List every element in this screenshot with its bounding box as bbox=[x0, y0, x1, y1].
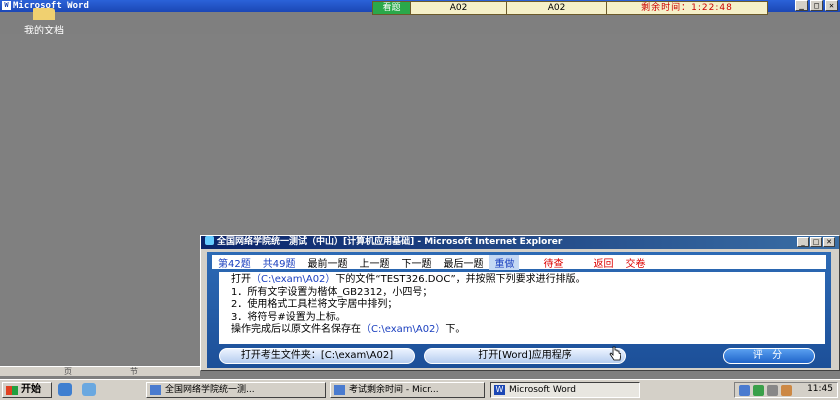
my-documents-desktop-icon[interactable]: 我的文档 bbox=[14, 8, 74, 37]
question-number: 第42题 bbox=[218, 258, 251, 270]
tray-ime-icon[interactable] bbox=[781, 385, 792, 396]
status-section-label: 节 bbox=[130, 367, 138, 376]
clock: 11:45 bbox=[807, 384, 833, 394]
exam-field-1: A02 bbox=[411, 2, 507, 14]
question-text: 打开（C:\exam\A02）下的文件“TEST326.DOC”，并按照下列要求… bbox=[219, 272, 825, 344]
ie-minimize-button[interactable]: _ bbox=[797, 237, 809, 247]
hand-cursor-icon bbox=[609, 346, 621, 361]
word-status-bar: 页 节 bbox=[0, 366, 200, 376]
question-line-4: 3．将符号#设置为上标。 bbox=[231, 311, 346, 323]
ie-task-icon bbox=[334, 385, 345, 395]
exam-info-bar: 看题 A02 A02 剩余时间：1:22:48 bbox=[372, 1, 768, 15]
score-button[interactable]: 评 分 bbox=[723, 348, 815, 364]
exam-panel: 第42题 共49题 最前一题 上一题 下一题 最后一题 重做 待查 返回 交卷 … bbox=[207, 252, 831, 368]
next-question-button[interactable]: 下一题 bbox=[395, 255, 437, 270]
exam-path: （C:\exam\A02） bbox=[251, 274, 336, 285]
windows-logo-icon bbox=[6, 386, 18, 395]
start-button[interactable]: 开始 bbox=[2, 382, 52, 398]
question-line-1: 打开（C:\exam\A02）下的文件“TEST326.DOC”，并按照下列要求… bbox=[231, 274, 586, 285]
desktop-quicklaunch-icon[interactable] bbox=[58, 383, 72, 396]
tray-network-icon[interactable] bbox=[739, 385, 750, 396]
ie-titlebar: 全国网络学院统一测试（中山）[计算机应用基础] - Microsoft Inte… bbox=[201, 236, 839, 249]
exam-field-2: A02 bbox=[507, 2, 607, 14]
question-nav: 第42题 共49题 最前一题 上一题 下一题 最后一题 重做 待查 返回 交卷 bbox=[212, 254, 826, 270]
tray-volume-icon[interactable] bbox=[767, 385, 778, 396]
close-button[interactable]: ✕ bbox=[825, 0, 838, 11]
question-total: 共49题 bbox=[262, 258, 296, 270]
task-label: 全国网络学院统一测... bbox=[165, 385, 255, 395]
open-student-folder-button[interactable]: 打开考生文件夹：[C:\exam\A02] bbox=[219, 348, 415, 364]
ie-icon bbox=[205, 236, 214, 245]
folder-icon bbox=[33, 8, 55, 20]
word-window-controls: _ □ ✕ bbox=[795, 0, 838, 11]
status-page-label: 页 bbox=[64, 367, 72, 376]
pending-review-button[interactable]: 待查 bbox=[537, 255, 569, 270]
ie-title: 全国网络学院统一测试（中山）[计算机应用基础] - Microsoft Inte… bbox=[217, 237, 563, 247]
taskbar: 开始 全国网络学院统一测... 考试剩余时间 - Micr... W Micro… bbox=[0, 379, 840, 400]
taskbar-item-exam[interactable]: 全国网络学院统一测... bbox=[146, 382, 326, 398]
taskbar-item-word[interactable]: W Microsoft Word bbox=[490, 382, 640, 398]
tray-security-icon[interactable] bbox=[753, 385, 764, 396]
ie-quicklaunch-icon[interactable] bbox=[82, 383, 96, 396]
submit-exam-button[interactable]: 交卷 bbox=[619, 255, 651, 270]
taskbar-item-timer[interactable]: 考试剩余时间 - Micr... bbox=[330, 382, 485, 398]
minimize-button[interactable]: _ bbox=[795, 0, 808, 11]
watch-question-button[interactable]: 看题 bbox=[373, 2, 411, 14]
ie-maximize-button[interactable]: □ bbox=[810, 237, 822, 247]
ie-window-controls: _ □ ✕ bbox=[797, 237, 835, 247]
restore-button[interactable]: □ bbox=[810, 0, 823, 11]
exam-path: （C:\exam\A02） bbox=[361, 324, 446, 335]
ie-window: 全国网络学院统一测试（中山）[计算机应用基础] - Microsoft Inte… bbox=[200, 235, 840, 371]
action-buttons: 打开考生文件夹：[C:\exam\A02] 打开[Word]应用程序 评 分 bbox=[219, 346, 825, 366]
first-question-button[interactable]: 最前一题 bbox=[301, 255, 353, 270]
question-line-3: 2．使用格式工具栏将文字居中排列； bbox=[231, 299, 398, 310]
task-label: Microsoft Word bbox=[509, 385, 576, 395]
time-remaining: 剩余时间：1:22:48 bbox=[641, 3, 733, 13]
redo-button[interactable]: 重做 bbox=[489, 254, 520, 270]
open-word-button[interactable]: 打开[Word]应用程序 bbox=[424, 348, 626, 364]
start-label: 开始 bbox=[21, 384, 41, 395]
ie-task-icon bbox=[150, 385, 161, 395]
ie-close-button[interactable]: ✕ bbox=[823, 237, 835, 247]
question-line-5: 操作完成后以原文件名保存在（C:\exam\A02）下。 bbox=[231, 324, 466, 335]
question-line-2: 1．所有文字设置为楷体_GB2312，小四号； bbox=[231, 286, 433, 298]
task-label: 考试剩余时间 - Micr... bbox=[349, 385, 439, 395]
prev-question-button[interactable]: 上一题 bbox=[353, 255, 395, 270]
back-button[interactable]: 返回 bbox=[587, 255, 619, 270]
system-tray: 11:45 bbox=[734, 382, 838, 398]
word-task-icon: W bbox=[494, 385, 505, 395]
word-app-icon: W bbox=[2, 1, 11, 10]
last-question-button[interactable]: 最后一题 bbox=[437, 255, 489, 270]
